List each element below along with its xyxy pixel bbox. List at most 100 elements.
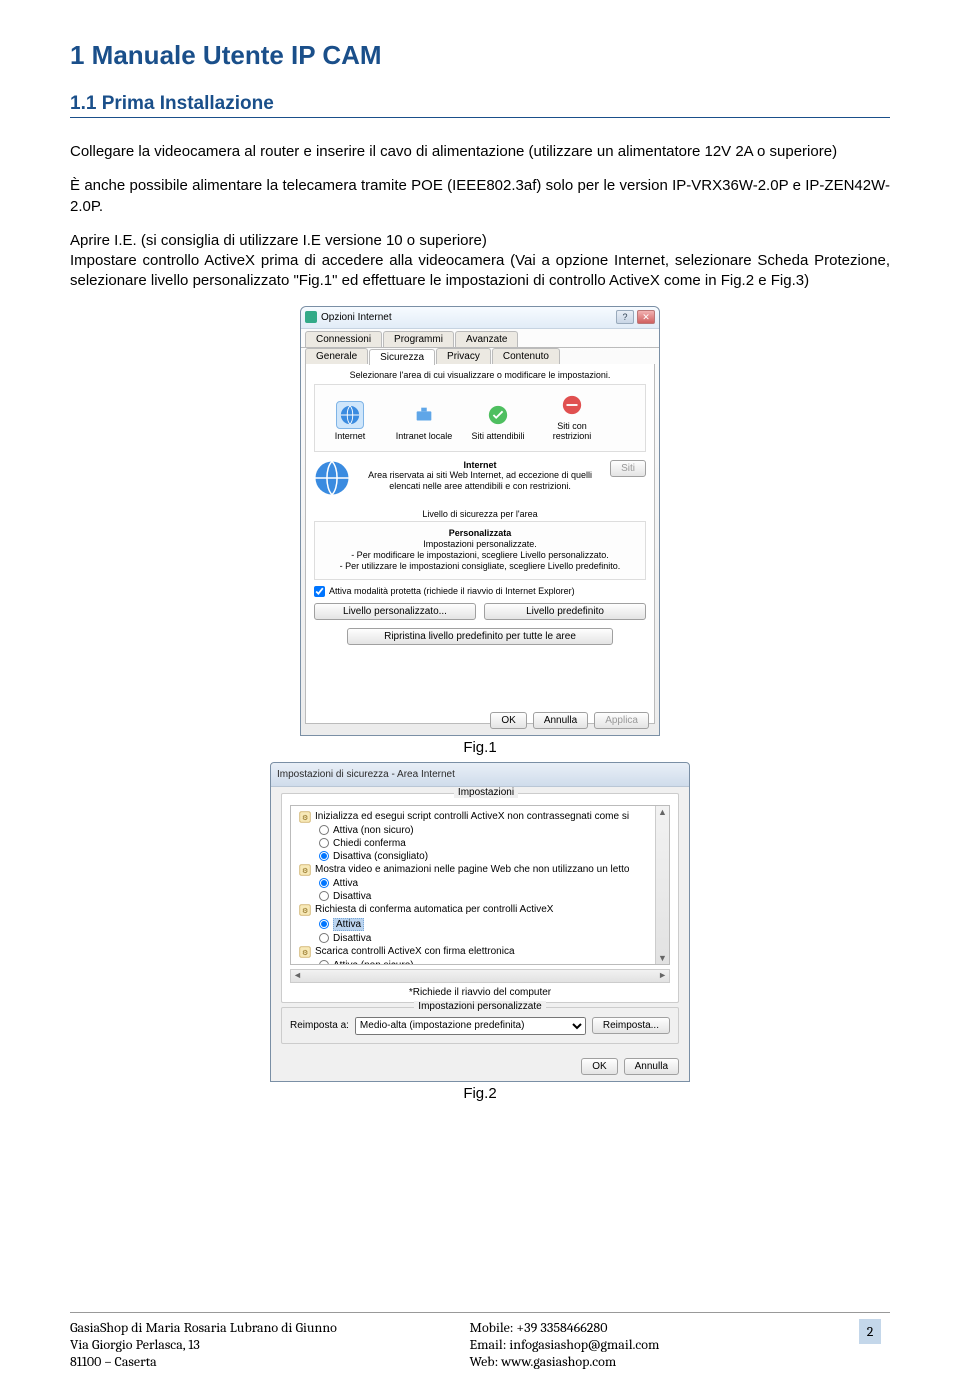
tab-row-1: Connessioni Programmi Avanzate [301,329,659,348]
zone-intranet[interactable]: Intranet locale [393,401,455,441]
radio-input[interactable] [319,919,329,929]
siti-button[interactable]: Siti [610,460,646,477]
activex-icon: ⚙ [299,946,311,958]
activex-icon: ⚙ [299,811,311,823]
tree-radio-option[interactable]: Disattiva (consigliato) [295,850,665,863]
custom-line: Impostazioni personalizzate. [321,539,639,550]
custom-level-box: Personalizzata Impostazioni personalizza… [314,521,646,580]
zone-restricted[interactable]: Siti con restrizioni [541,391,603,441]
zone-trusted[interactable]: Siti attendibili [467,401,529,441]
activex-icon: ⚙ [299,904,311,916]
radio-label: Disattiva [333,891,371,902]
activex-icon: ⚙ [299,864,311,876]
svg-text:⚙: ⚙ [302,949,308,957]
tab-sicurezza[interactable]: Sicurezza [369,349,435,365]
zone-label: Siti attendibili [471,431,524,441]
footer-web: Web: www.gasiashop.com [470,1353,850,1370]
dialog-title: Opzioni Internet [321,312,392,323]
tab-row-2: Generale Sicurezza Privacy Contenuto [301,348,659,364]
svg-text:⚙: ⚙ [302,867,308,875]
paragraph-3: Aprire I.E. (si consiglia di utilizzare … [70,231,890,251]
tree-radio-option[interactable]: Chiedi conferma [295,837,665,850]
trusted-icon [484,401,512,429]
tab-connessioni[interactable]: Connessioni [305,331,382,347]
radio-input[interactable] [319,960,329,965]
tree-radio-option[interactable]: Attiva (non sicuro) [295,959,665,965]
tree-radio-option[interactable]: Attiva [295,917,665,932]
radio-input[interactable] [319,933,329,943]
ok-button[interactable]: OK [490,712,526,729]
help-button[interactable]: ? [616,310,634,324]
radio-input[interactable] [319,891,329,901]
security-settings-dialog: Impostazioni di sicurezza - Area Interne… [270,762,690,1082]
footer-mobile: Mobile: +39 3358466280 [470,1319,850,1336]
radio-input[interactable] [319,851,329,861]
tree-heading: ⚙Mostra video e animazioni nelle pagine … [295,863,665,877]
zone-internet[interactable]: Internet [319,401,381,441]
dialog-icon [305,311,317,323]
settings-tree[interactable]: ⚙Inizializza ed esegui script controlli … [290,805,670,965]
tree-radio-option[interactable]: Attiva [295,877,665,890]
footer-email: Email: infogasiashop@gmail.com [470,1336,850,1353]
svg-text:⚙: ⚙ [302,814,308,822]
radio-input[interactable] [319,878,329,888]
radio-label: Disattiva [333,933,371,944]
dialog-titlebar: Opzioni Internet ? ✕ [301,307,659,329]
dialog-title: Impostazioni di sicurezza - Area Interne… [277,769,455,780]
zone-label: Intranet locale [396,431,453,441]
cancel-button[interactable]: Annulla [533,712,588,729]
reset-button[interactable]: Reimposta... [592,1017,670,1034]
figure-2-caption: Fig.2 [70,1085,890,1102]
intranet-icon [410,401,438,429]
paragraph-1: Collegare la videocamera al router e ins… [70,142,890,162]
tab-privacy[interactable]: Privacy [436,348,491,364]
vertical-scrollbar[interactable] [655,806,669,964]
radio-input[interactable] [319,838,329,848]
radio-label: Disattiva (consigliato) [333,851,428,862]
tab-generale[interactable]: Generale [305,348,368,364]
tab-programmi[interactable]: Programmi [383,331,454,347]
reset-all-button[interactable]: Ripristina livello predefinito per tutte… [347,628,613,645]
security-level-label: Livello di sicurezza per l'area [314,509,646,519]
svg-text:⚙: ⚙ [302,907,308,915]
checkbox-input[interactable] [314,586,325,597]
tree-radio-option[interactable]: Disattiva [295,890,665,903]
custom-line: - Per utilizzare le impostazioni consigl… [321,561,639,572]
ok-button[interactable]: OK [581,1058,617,1075]
group-label: Impostazioni [454,787,518,798]
reset-to-label: Reimposta a: [290,1020,349,1031]
custom-title: Personalizzata [321,528,639,539]
checkbox-label: Attiva modalità protetta (richiede il ri… [329,586,575,596]
figure-1-caption: Fig.1 [70,739,890,756]
zone-description: Area riservata ai siti Web Internet, ad … [358,470,602,492]
globe-icon [336,401,364,429]
radio-input[interactable] [319,825,329,835]
page-number: 2 [859,1319,882,1344]
protected-mode-checkbox[interactable]: Attiva modalità protetta (richiede il ri… [314,586,646,597]
apply-button[interactable]: Applica [594,712,649,729]
settings-group: Impostazioni ⚙Inizializza ed esegui scri… [281,793,679,1003]
tree-heading: ⚙Scarica controlli ActiveX con firma ele… [295,945,665,959]
tab-avanzate[interactable]: Avanzate [455,331,519,347]
tree-radio-option[interactable]: Disattiva [295,932,665,945]
reset-to-select[interactable]: Medio-alta (impostazione predefinita) [355,1017,586,1035]
document-footer: GasiaShop di Maria Rosaria Lubrano di Gi… [70,1312,890,1370]
tab-contenuto[interactable]: Contenuto [492,348,560,364]
radio-label: Chiedi conferma [333,838,406,849]
section-heading: 1.1 Prima Installazione [70,93,890,118]
tree-radio-option[interactable]: Attiva (non sicuro) [295,824,665,837]
custom-line: - Per modificare le impostazioni, scegli… [321,550,639,561]
tree-heading: ⚙Inizializza ed esegui script controlli … [295,810,665,824]
zone-title: Internet [358,460,602,471]
radio-label: Attiva (non sicuro) [333,825,414,836]
default-level-button[interactable]: Livello predefinito [484,603,646,620]
radio-label: Attiva (non sicuro) [333,960,414,965]
radio-label: Attiva [333,918,364,931]
cancel-button[interactable]: Annulla [624,1058,679,1075]
close-button[interactable]: ✕ [637,310,655,324]
paragraph-4: Impostare controllo ActiveX prima di acc… [70,251,890,292]
horizontal-scrollbar[interactable] [290,969,670,983]
custom-level-button[interactable]: Livello personalizzato... [314,603,476,620]
footer-address-1: Via Giorgio Perlasca, 13 [70,1336,470,1353]
tree-heading: ⚙Richiesta di conferma automatica per co… [295,903,665,917]
